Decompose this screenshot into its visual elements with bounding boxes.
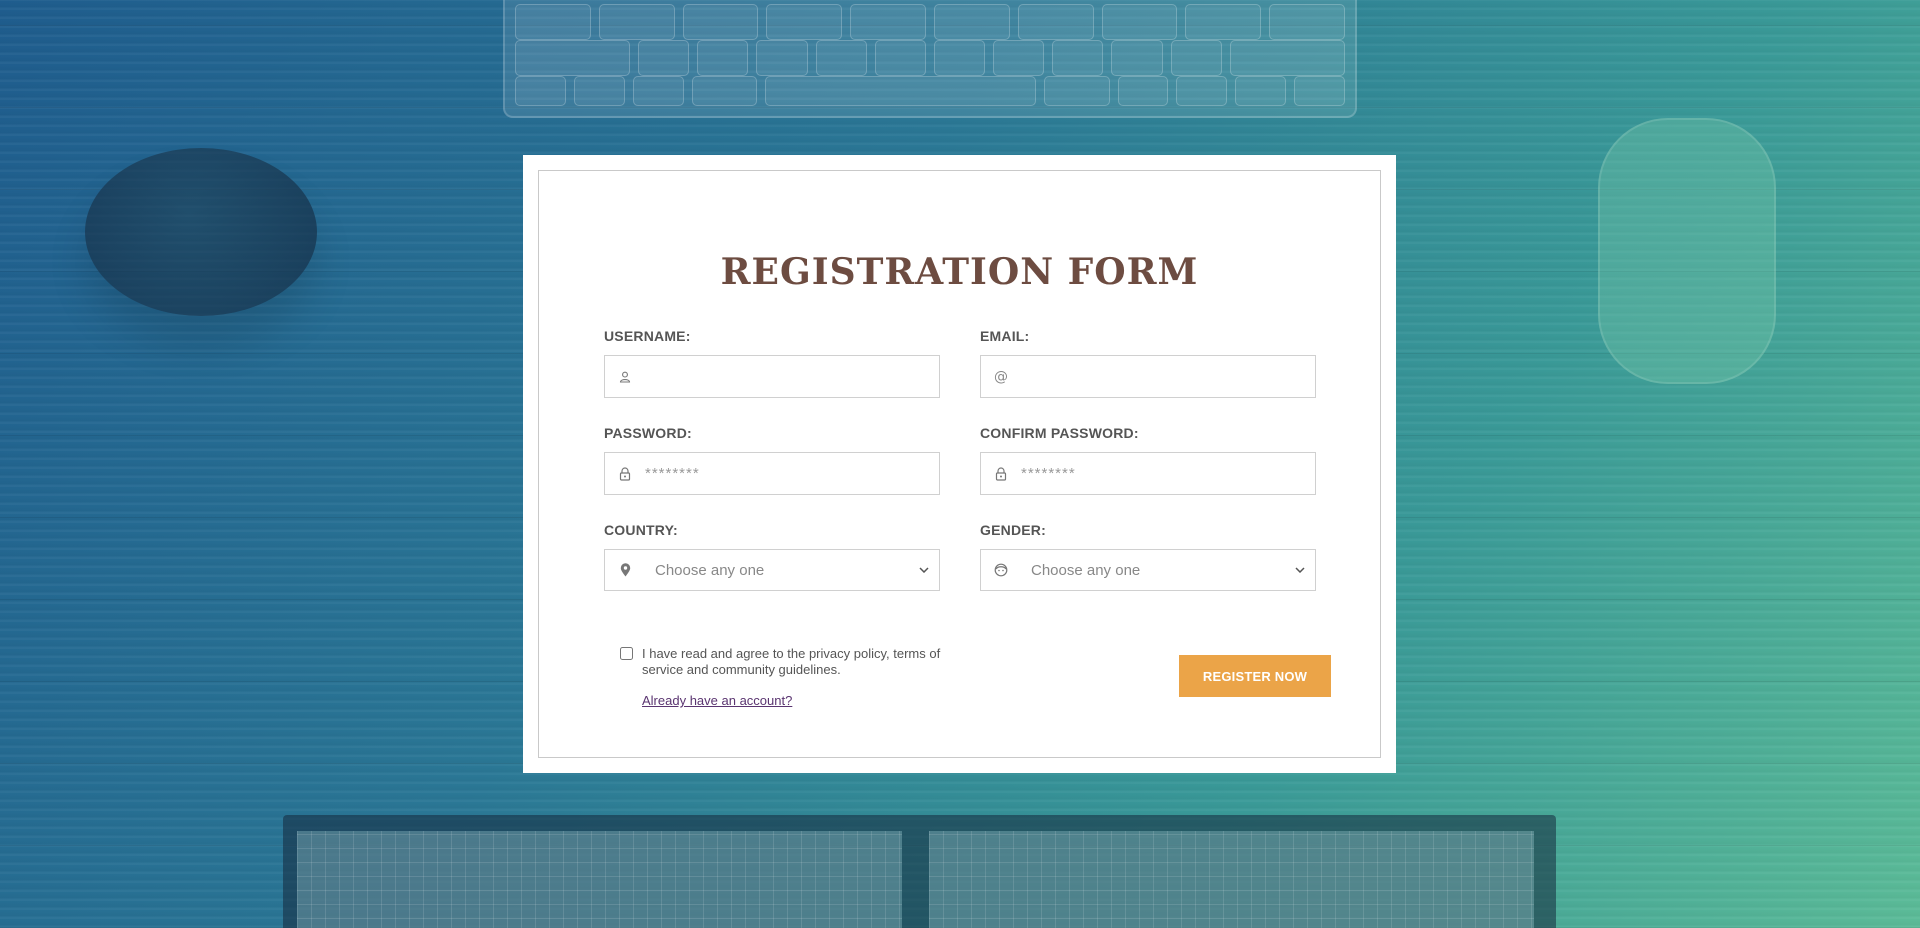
keyboard-key <box>1111 40 1163 76</box>
keyboard-key <box>993 40 1045 76</box>
confirm-password-label: CONFIRM PASSWORD: <box>980 425 1139 441</box>
email-label: EMAIL: <box>980 328 1030 344</box>
keyboard-key <box>515 40 631 76</box>
keyboard-key <box>1052 40 1104 76</box>
username-input-box[interactable] <box>604 355 940 398</box>
country-field-group: COUNTRY: Choose any one <box>604 522 940 591</box>
at-icon: @ <box>994 368 1008 385</box>
password-label: PASSWORD: <box>604 425 692 441</box>
agree-checkbox[interactable] <box>620 647 633 660</box>
country-select-box[interactable]: Choose any one <box>604 549 940 591</box>
keyboard-key <box>632 76 684 106</box>
keyboard-key <box>1229 40 1345 76</box>
username-field-group: USERNAME: <box>604 328 940 398</box>
keyboard-key <box>1235 76 1287 106</box>
keyboard-row <box>515 40 1345 76</box>
country-label: COUNTRY: <box>604 522 678 538</box>
password-input[interactable] <box>645 453 930 494</box>
keyboard-key <box>933 4 1010 40</box>
lock-icon <box>617 453 633 494</box>
notebook-image <box>283 815 1556 928</box>
gender-label: GENDER: <box>980 522 1046 538</box>
keyboard-key <box>515 4 591 40</box>
confirm-password-field-group: CONFIRM PASSWORD: <box>980 425 1316 495</box>
email-input[interactable] <box>1021 356 1306 397</box>
password-input-box[interactable] <box>604 452 940 495</box>
keyboard-key <box>1043 76 1110 106</box>
confirm-password-input-box[interactable] <box>980 452 1316 495</box>
email-input-box[interactable]: @ <box>980 355 1316 398</box>
keyboard-key <box>1176 76 1228 106</box>
agree-text: I have read and agree to the privacy pol… <box>642 646 941 677</box>
gender-select-box[interactable]: Choose any one <box>980 549 1316 591</box>
agreement-group: I have read and agree to the privacy pol… <box>620 646 960 678</box>
keyboard-row <box>515 76 1345 106</box>
keyboard-key <box>638 40 690 76</box>
keyboard-key <box>933 40 986 76</box>
notebook-page-left <box>297 831 902 928</box>
keyboard-key <box>766 4 843 40</box>
register-button[interactable]: REGISTER NOW <box>1179 655 1331 697</box>
keyboard-key <box>1294 76 1345 106</box>
keyboard-key <box>697 40 749 76</box>
keyboard-key <box>850 4 926 40</box>
keyboard-row <box>515 4 1345 40</box>
card-border: REGISTRATION FORM USERNAME: EMAIL: @ PAS… <box>538 170 1381 758</box>
username-input[interactable] <box>645 356 930 397</box>
login-link[interactable]: Already have an account? <box>642 693 792 708</box>
keyboard-key <box>598 4 675 40</box>
confirm-password-input[interactable] <box>1021 453 1306 494</box>
chevron-down-icon <box>1295 550 1305 590</box>
notebook-page-right <box>929 831 1534 928</box>
keyboard-key <box>756 40 808 76</box>
country-select[interactable]: Choose any one <box>605 550 939 590</box>
email-field-group: EMAIL: @ <box>980 328 1316 398</box>
registration-card: REGISTRATION FORM USERNAME: EMAIL: @ PAS… <box>523 155 1396 773</box>
keyboard-key <box>874 40 926 76</box>
keyboard-key <box>691 76 758 106</box>
chevron-down-icon <box>919 550 929 590</box>
password-field-group: PASSWORD: <box>604 425 940 495</box>
keyboard-key <box>1269 4 1345 40</box>
keyboard-key <box>1117 76 1169 106</box>
gender-field-group: GENDER: Choose any one <box>980 522 1316 591</box>
keyboard-key <box>1170 40 1222 76</box>
page-title: REGISTRATION FORM <box>720 251 1199 293</box>
keyboard-spacebar <box>765 76 1036 106</box>
keyboard-image <box>503 0 1357 118</box>
keyboard-key <box>1185 4 1262 40</box>
mouse-image <box>1598 118 1776 384</box>
keyboard-key <box>1101 4 1178 40</box>
keyboard-key <box>1017 4 1094 40</box>
gender-select[interactable]: Choose any one <box>981 550 1315 590</box>
keyboard-key <box>815 40 867 76</box>
username-label: USERNAME: <box>604 328 691 344</box>
user-icon <box>617 356 633 397</box>
keyboard-key <box>682 4 759 40</box>
keyboard-key <box>573 76 625 106</box>
keyboard-key <box>515 76 566 106</box>
apple-image <box>85 148 317 316</box>
lock-icon <box>993 453 1009 494</box>
